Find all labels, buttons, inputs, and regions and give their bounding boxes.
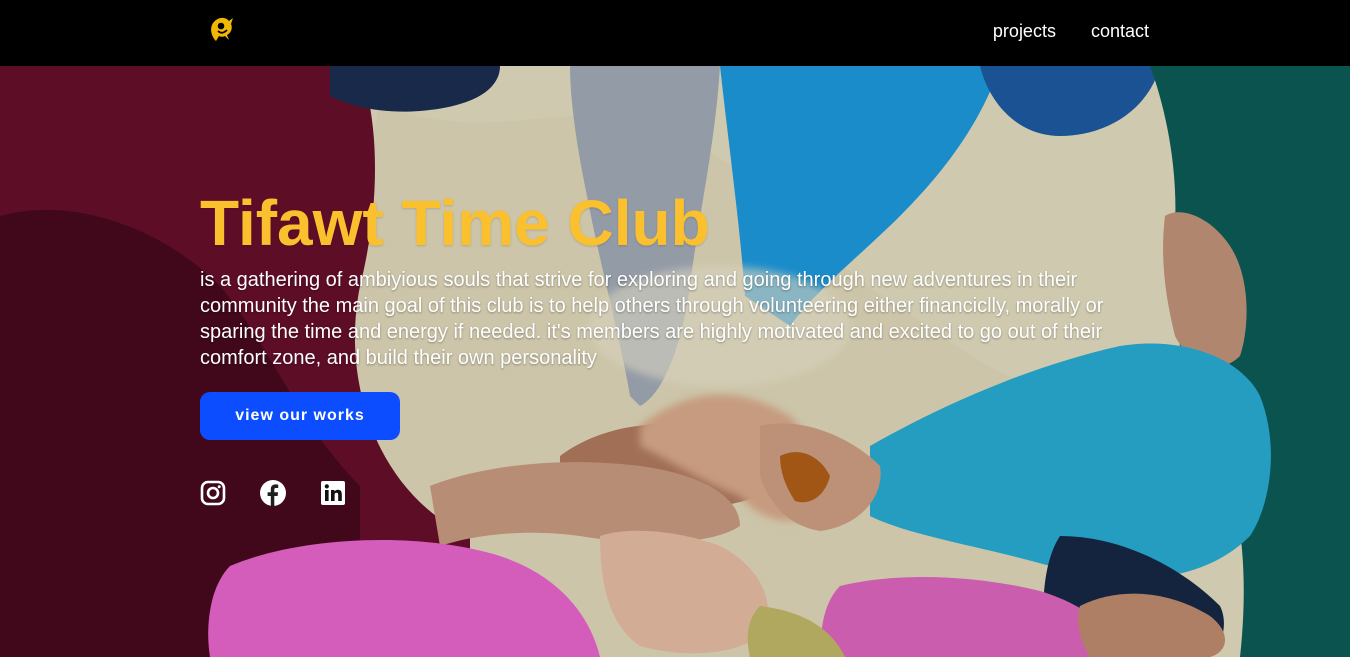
instagram-icon[interactable] <box>200 480 226 506</box>
view-works-button[interactable]: view our works <box>200 392 400 440</box>
nav-links: projects contact <box>993 21 1149 42</box>
nav-link-projects[interactable]: projects <box>993 21 1056 42</box>
nav-link-contact[interactable]: contact <box>1091 21 1149 42</box>
facebook-icon[interactable] <box>260 480 286 506</box>
linkedin-icon[interactable] <box>320 480 346 506</box>
club-logo-icon[interactable] <box>206 13 240 45</box>
hero-title: Tifawt Time Club <box>200 187 710 259</box>
hero-content: Tifawt Time Club is a gathering of ambiy… <box>200 185 1150 506</box>
navbar: projects contact <box>0 0 1350 66</box>
hero-section: Tifawt Time Club is a gathering of ambiy… <box>0 66 1350 657</box>
social-links <box>200 480 1150 506</box>
hero-description: is a gathering of ambiyious souls that s… <box>200 269 1104 369</box>
